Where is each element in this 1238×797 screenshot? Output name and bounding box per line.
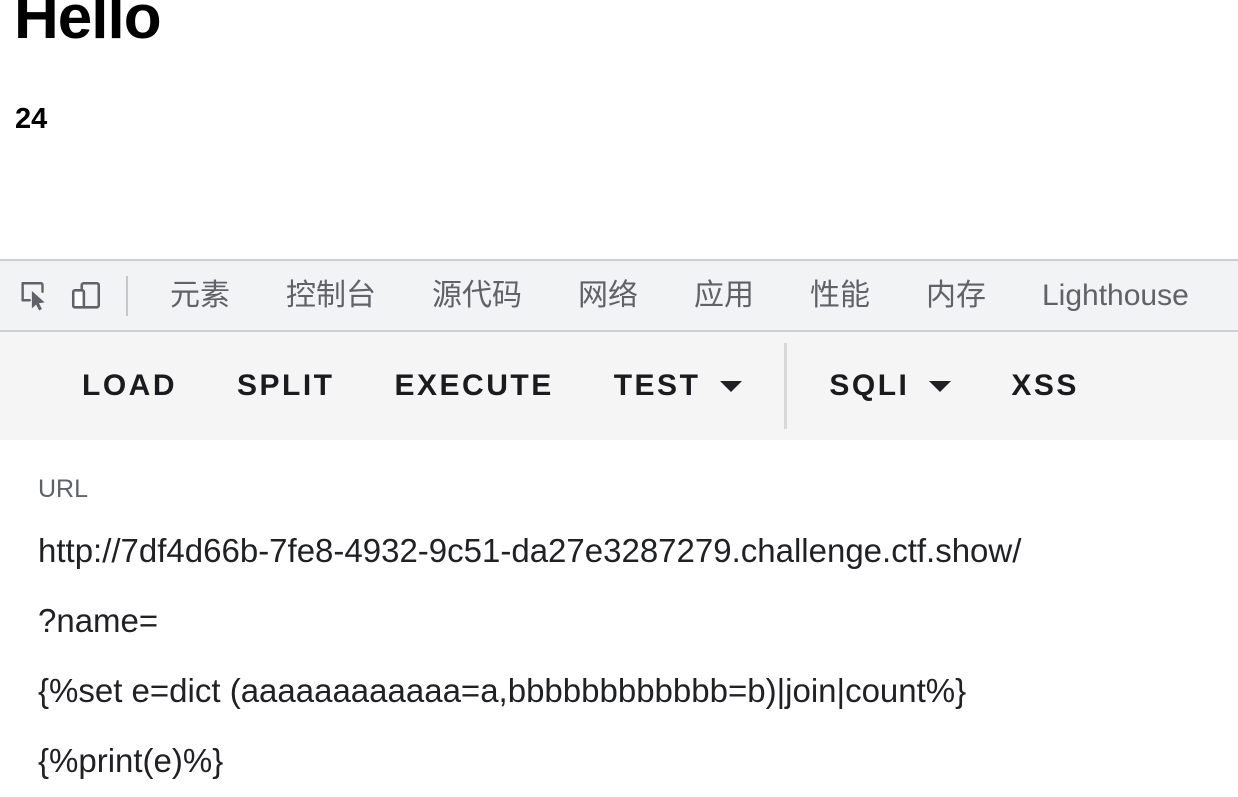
chevron-down-icon bbox=[720, 380, 743, 392]
url-value[interactable]: http://7df4d66b-7fe8-4932-9c51-da27e3287… bbox=[38, 516, 1238, 586]
payload-line-2[interactable]: {%print(e)%} bbox=[38, 726, 1238, 795]
test-dropdown-button[interactable]: TEST bbox=[584, 351, 773, 421]
sqli-dropdown-button[interactable]: SQLI bbox=[799, 351, 981, 421]
page-result-value: 24 bbox=[15, 103, 48, 135]
device-toolbar-icon[interactable] bbox=[60, 270, 112, 322]
payload-line-1[interactable]: {%set e=dict (aaaaaaaaaaaa=a,bbbbbbbbbbb… bbox=[38, 656, 1238, 726]
devtools-tabbar: 元素 控制台 源代码 网络 应用 性能 内存 Lighthouse bbox=[0, 259, 1238, 332]
tabbar-divider bbox=[126, 275, 128, 316]
load-button[interactable]: LOAD bbox=[52, 351, 207, 421]
tab-memory[interactable]: 内存 bbox=[898, 261, 1014, 330]
extension-action-toolbar: LOAD SPLIT EXECUTE TEST SQLI XSS bbox=[0, 332, 1238, 440]
url-label: URL bbox=[38, 475, 89, 503]
xss-button[interactable]: XSS bbox=[981, 351, 1109, 421]
tab-sources[interactable]: 源代码 bbox=[404, 261, 550, 330]
toolbar-divider bbox=[784, 343, 788, 429]
page-title: Hello bbox=[14, 0, 162, 52]
devtools-tab-list: 元素 控制台 源代码 网络 应用 性能 内存 Lighthouse bbox=[142, 261, 1238, 330]
tab-console[interactable]: 控制台 bbox=[258, 261, 404, 330]
sqli-dropdown-label: SQLI bbox=[829, 369, 910, 402]
chevron-down-icon bbox=[929, 380, 952, 392]
tab-lighthouse[interactable]: Lighthouse bbox=[1014, 261, 1217, 330]
tab-elements[interactable]: 元素 bbox=[142, 261, 258, 330]
tab-network[interactable]: 网络 bbox=[550, 261, 666, 330]
execute-button[interactable]: EXECUTE bbox=[365, 351, 584, 421]
split-button[interactable]: SPLIT bbox=[207, 351, 365, 421]
request-detail-body: URL http://7df4d66b-7fe8-4932-9c51-da27e… bbox=[0, 440, 1238, 795]
devtools-panel: 元素 控制台 源代码 网络 应用 性能 内存 Lighthouse LOAD S… bbox=[0, 259, 1238, 797]
inspect-element-icon[interactable] bbox=[8, 270, 60, 322]
tab-application[interactable]: 应用 bbox=[666, 261, 782, 330]
rendered-page: Hello 24 bbox=[0, 0, 1238, 259]
query-string[interactable]: ?name= bbox=[38, 586, 1238, 656]
test-dropdown-label: TEST bbox=[613, 369, 701, 402]
tab-performance[interactable]: 性能 bbox=[782, 261, 898, 330]
